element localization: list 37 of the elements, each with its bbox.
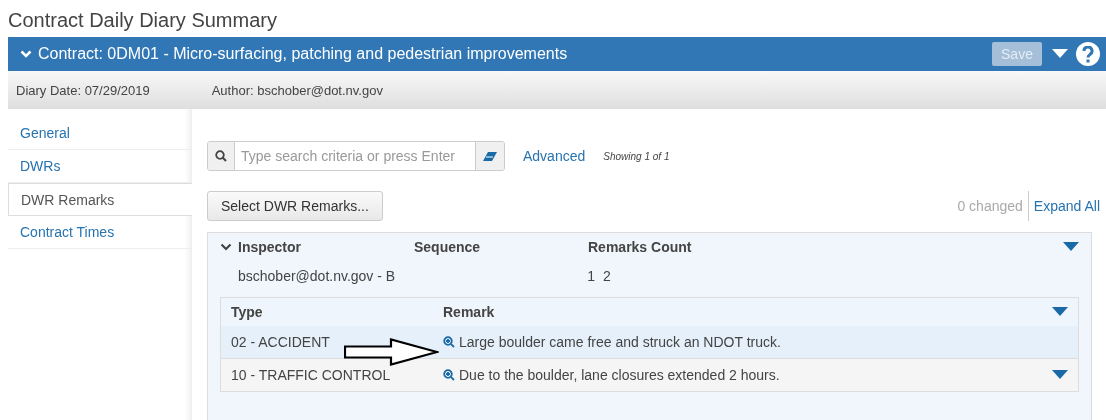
author: Author: bschober@dot.nv.gov [211, 82, 383, 98]
table-cell-text: 10 - TRAFFIC CONTROL [231, 367, 392, 383]
contract-title: Contract: 0DM01 - Micro-surfacing, patching and pedestrian improvements [38, 45, 569, 63]
column-header: Remarks Count [588, 239, 692, 255]
sidebar-item[interactable]: DWR Remarks [8, 183, 192, 216]
search-field[interactable]: Type search criteria or press Enter [207, 141, 505, 171]
column-header: Sequence [414, 239, 482, 255]
sidebar-item[interactable]: General [8, 117, 192, 150]
caret-down-icon[interactable] [1052, 49, 1068, 59]
select-remarks-button[interactable]: Select DWR Remarks... [207, 191, 383, 221]
table-cell-text: 1 [586, 268, 595, 284]
eraser-icon[interactable] [483, 151, 497, 161]
advanced-link[interactable]: Advanced [523, 148, 586, 164]
search-icon[interactable] [215, 150, 227, 162]
column-header: Remark [443, 304, 495, 320]
table-cell: 2 [603, 268, 611, 284]
caret-down-icon[interactable] [1052, 370, 1068, 380]
chevron-down-icon[interactable] [220, 242, 232, 252]
table-row[interactable]: 02 - ACCIDENT Large boulder came free and struck an NDOT truck. [221, 326, 1078, 358]
page-title: Contract Daily Diary Summary [7, 8, 278, 33]
sidebar-item[interactable]: Contract Times [8, 216, 192, 249]
zoom-in-icon[interactable] [443, 336, 455, 348]
caret-down-icon[interactable] [1063, 242, 1079, 252]
column-header: Type [231, 304, 264, 320]
table-cell-text: 02 - ACCIDENT [231, 334, 331, 350]
table-cell-text: bschober@dot.nv.gov - B [238, 268, 397, 284]
table-cell: Due to the boulder, lane closures extended 2 hours. [459, 367, 780, 383]
zoom-in-icon[interactable] [443, 369, 455, 381]
column-header: Inspector [238, 239, 302, 255]
caret-down-icon[interactable] [1052, 307, 1068, 317]
help-icon[interactable] [1076, 42, 1100, 66]
expand-all-link[interactable]: Expand All [1028, 198, 1100, 214]
table-row[interactable]: 10 - TRAFFIC CONTROL Due to the boulder, lane closures extended 2 hours. [221, 358, 1078, 391]
changed-count: 0 changed [957, 191, 1029, 221]
table-cell: Large boulder came free and struck an NDOT truck. [459, 334, 781, 350]
result-count: Showing 1 of 1 [603, 150, 670, 162]
diary-date: Diary Date: 07/29/2019 [16, 82, 150, 98]
